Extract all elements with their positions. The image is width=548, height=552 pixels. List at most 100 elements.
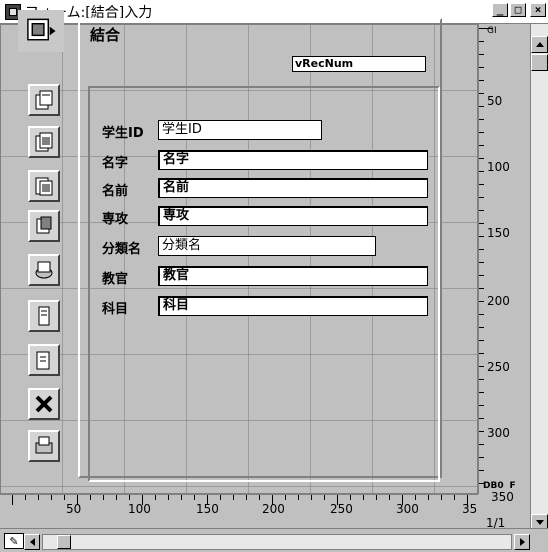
close-button[interactable]: × bbox=[530, 3, 546, 17]
ruler-tick bbox=[479, 223, 484, 224]
ruler-tick bbox=[479, 340, 484, 341]
cancel-button[interactable] bbox=[28, 388, 60, 420]
ruler-tick bbox=[194, 495, 195, 500]
save-record-button[interactable] bbox=[28, 254, 60, 286]
field-input[interactable]: 専攻 bbox=[158, 206, 428, 226]
field-label: 分類名 bbox=[102, 242, 142, 257]
ruler-tick bbox=[479, 171, 484, 172]
field-input[interactable]: 名前 bbox=[158, 178, 428, 198]
ruler-tick bbox=[479, 379, 484, 380]
delete-record-button[interactable] bbox=[28, 344, 60, 376]
ruler-tick bbox=[479, 145, 484, 146]
ruler-tick bbox=[90, 495, 91, 500]
ruler-tick bbox=[350, 495, 351, 500]
field-input[interactable]: 名字 bbox=[158, 150, 428, 170]
arrow-down-icon bbox=[535, 520, 544, 525]
next-record-icon bbox=[35, 177, 53, 196]
scroll-right-button[interactable] bbox=[514, 534, 530, 550]
ruler-label: 35 bbox=[462, 502, 478, 516]
ruler-tick bbox=[454, 495, 455, 500]
field-input[interactable]: 学生ID bbox=[158, 120, 322, 140]
scroll-thumb[interactable] bbox=[531, 54, 548, 71]
ruler-tick bbox=[479, 431, 484, 432]
horizontal-ruler: 50 100 150 200 250 300 35 bbox=[0, 494, 478, 518]
ruler-label: 300 bbox=[487, 426, 510, 440]
field-label: 専攻 bbox=[102, 212, 129, 227]
window-controls: _ □ × bbox=[492, 3, 546, 17]
ruler-tick bbox=[285, 495, 286, 500]
field-input[interactable]: 教官 bbox=[158, 266, 428, 286]
cancel-icon bbox=[35, 395, 53, 413]
ruler-tick bbox=[441, 495, 442, 500]
field-label: 教官 bbox=[102, 272, 129, 287]
ruler-tick bbox=[129, 495, 130, 500]
delete-record-icon bbox=[36, 351, 50, 370]
record-number-field[interactable]: vRecNum bbox=[292, 56, 426, 72]
form-title: 結合 bbox=[90, 26, 121, 44]
maximize-button[interactable]: □ bbox=[510, 3, 526, 17]
ruler-tick bbox=[479, 288, 484, 289]
layout-icon bbox=[27, 18, 56, 41]
vertical-scrollbar[interactable] bbox=[530, 24, 548, 536]
ruler-tick bbox=[479, 444, 484, 445]
ruler-tick bbox=[233, 495, 234, 500]
ruler-label: 250 bbox=[487, 360, 510, 374]
layout-button[interactable] bbox=[18, 10, 64, 52]
minimize-button[interactable]: _ bbox=[492, 3, 508, 17]
ruler-tick bbox=[479, 249, 484, 250]
ruler-tick bbox=[428, 495, 429, 500]
field-input[interactable]: 科目 bbox=[158, 296, 428, 316]
scroll-up-button[interactable] bbox=[531, 36, 548, 53]
ruler-tick bbox=[479, 132, 484, 133]
add-record-button[interactable] bbox=[28, 300, 60, 332]
ruler-tick bbox=[479, 392, 484, 393]
arrow-right-icon bbox=[519, 538, 525, 546]
pencil-icon[interactable]: ✎ bbox=[4, 533, 24, 549]
ruler-tick bbox=[479, 54, 484, 55]
first-record-button[interactable] bbox=[28, 84, 60, 116]
ruler-tick bbox=[479, 236, 484, 237]
next-record-button[interactable] bbox=[28, 170, 60, 202]
ruler-tick bbox=[479, 80, 484, 81]
ruler-label: 100 bbox=[128, 502, 151, 516]
ruler-label: 300 bbox=[396, 502, 419, 516]
previous-record-button[interactable] bbox=[28, 126, 60, 158]
ruler-tick bbox=[479, 184, 484, 185]
ruler-tick bbox=[259, 495, 260, 500]
ruler-tick bbox=[479, 197, 484, 198]
ruler-tick bbox=[155, 495, 156, 500]
last-record-icon bbox=[36, 216, 52, 234]
arrow-left-icon bbox=[29, 538, 35, 546]
ruler-tick bbox=[12, 495, 13, 505]
field-input[interactable]: 分類名 bbox=[158, 236, 376, 256]
first-record-icon bbox=[35, 90, 53, 110]
print-button[interactable] bbox=[28, 430, 60, 462]
ruler-tick bbox=[168, 495, 169, 500]
save-record-icon bbox=[35, 261, 53, 279]
ruler-tick bbox=[220, 495, 221, 500]
ruler-tick bbox=[479, 28, 493, 29]
ruler-tick bbox=[376, 495, 377, 500]
arrow-up-icon bbox=[535, 42, 544, 47]
ruler-tick bbox=[116, 495, 117, 500]
ruler-tick bbox=[479, 405, 484, 406]
horizontal-scroll-thumb[interactable] bbox=[57, 535, 71, 549]
horizontal-scrollbar[interactable] bbox=[42, 534, 512, 550]
last-record-button[interactable] bbox=[28, 210, 60, 242]
ruler-tick bbox=[479, 418, 484, 419]
ruler-tick bbox=[479, 93, 484, 94]
ruler-bottom-label: 350 bbox=[491, 490, 514, 504]
ruler-label: 200 bbox=[487, 294, 510, 308]
ruler-label: 150 bbox=[196, 502, 219, 516]
ruler-label: 50 bbox=[487, 94, 503, 108]
field-label: 学生ID bbox=[102, 126, 144, 141]
ruler-tick bbox=[479, 41, 484, 42]
print-icon bbox=[35, 436, 53, 454]
scroll-left-button[interactable] bbox=[24, 534, 40, 550]
ruler-tick bbox=[479, 353, 484, 354]
ruler-tick bbox=[479, 106, 484, 107]
ruler-tick bbox=[479, 301, 484, 302]
ruler-tick bbox=[479, 262, 484, 263]
add-record-icon bbox=[38, 306, 50, 326]
ruler-tick bbox=[64, 495, 65, 500]
